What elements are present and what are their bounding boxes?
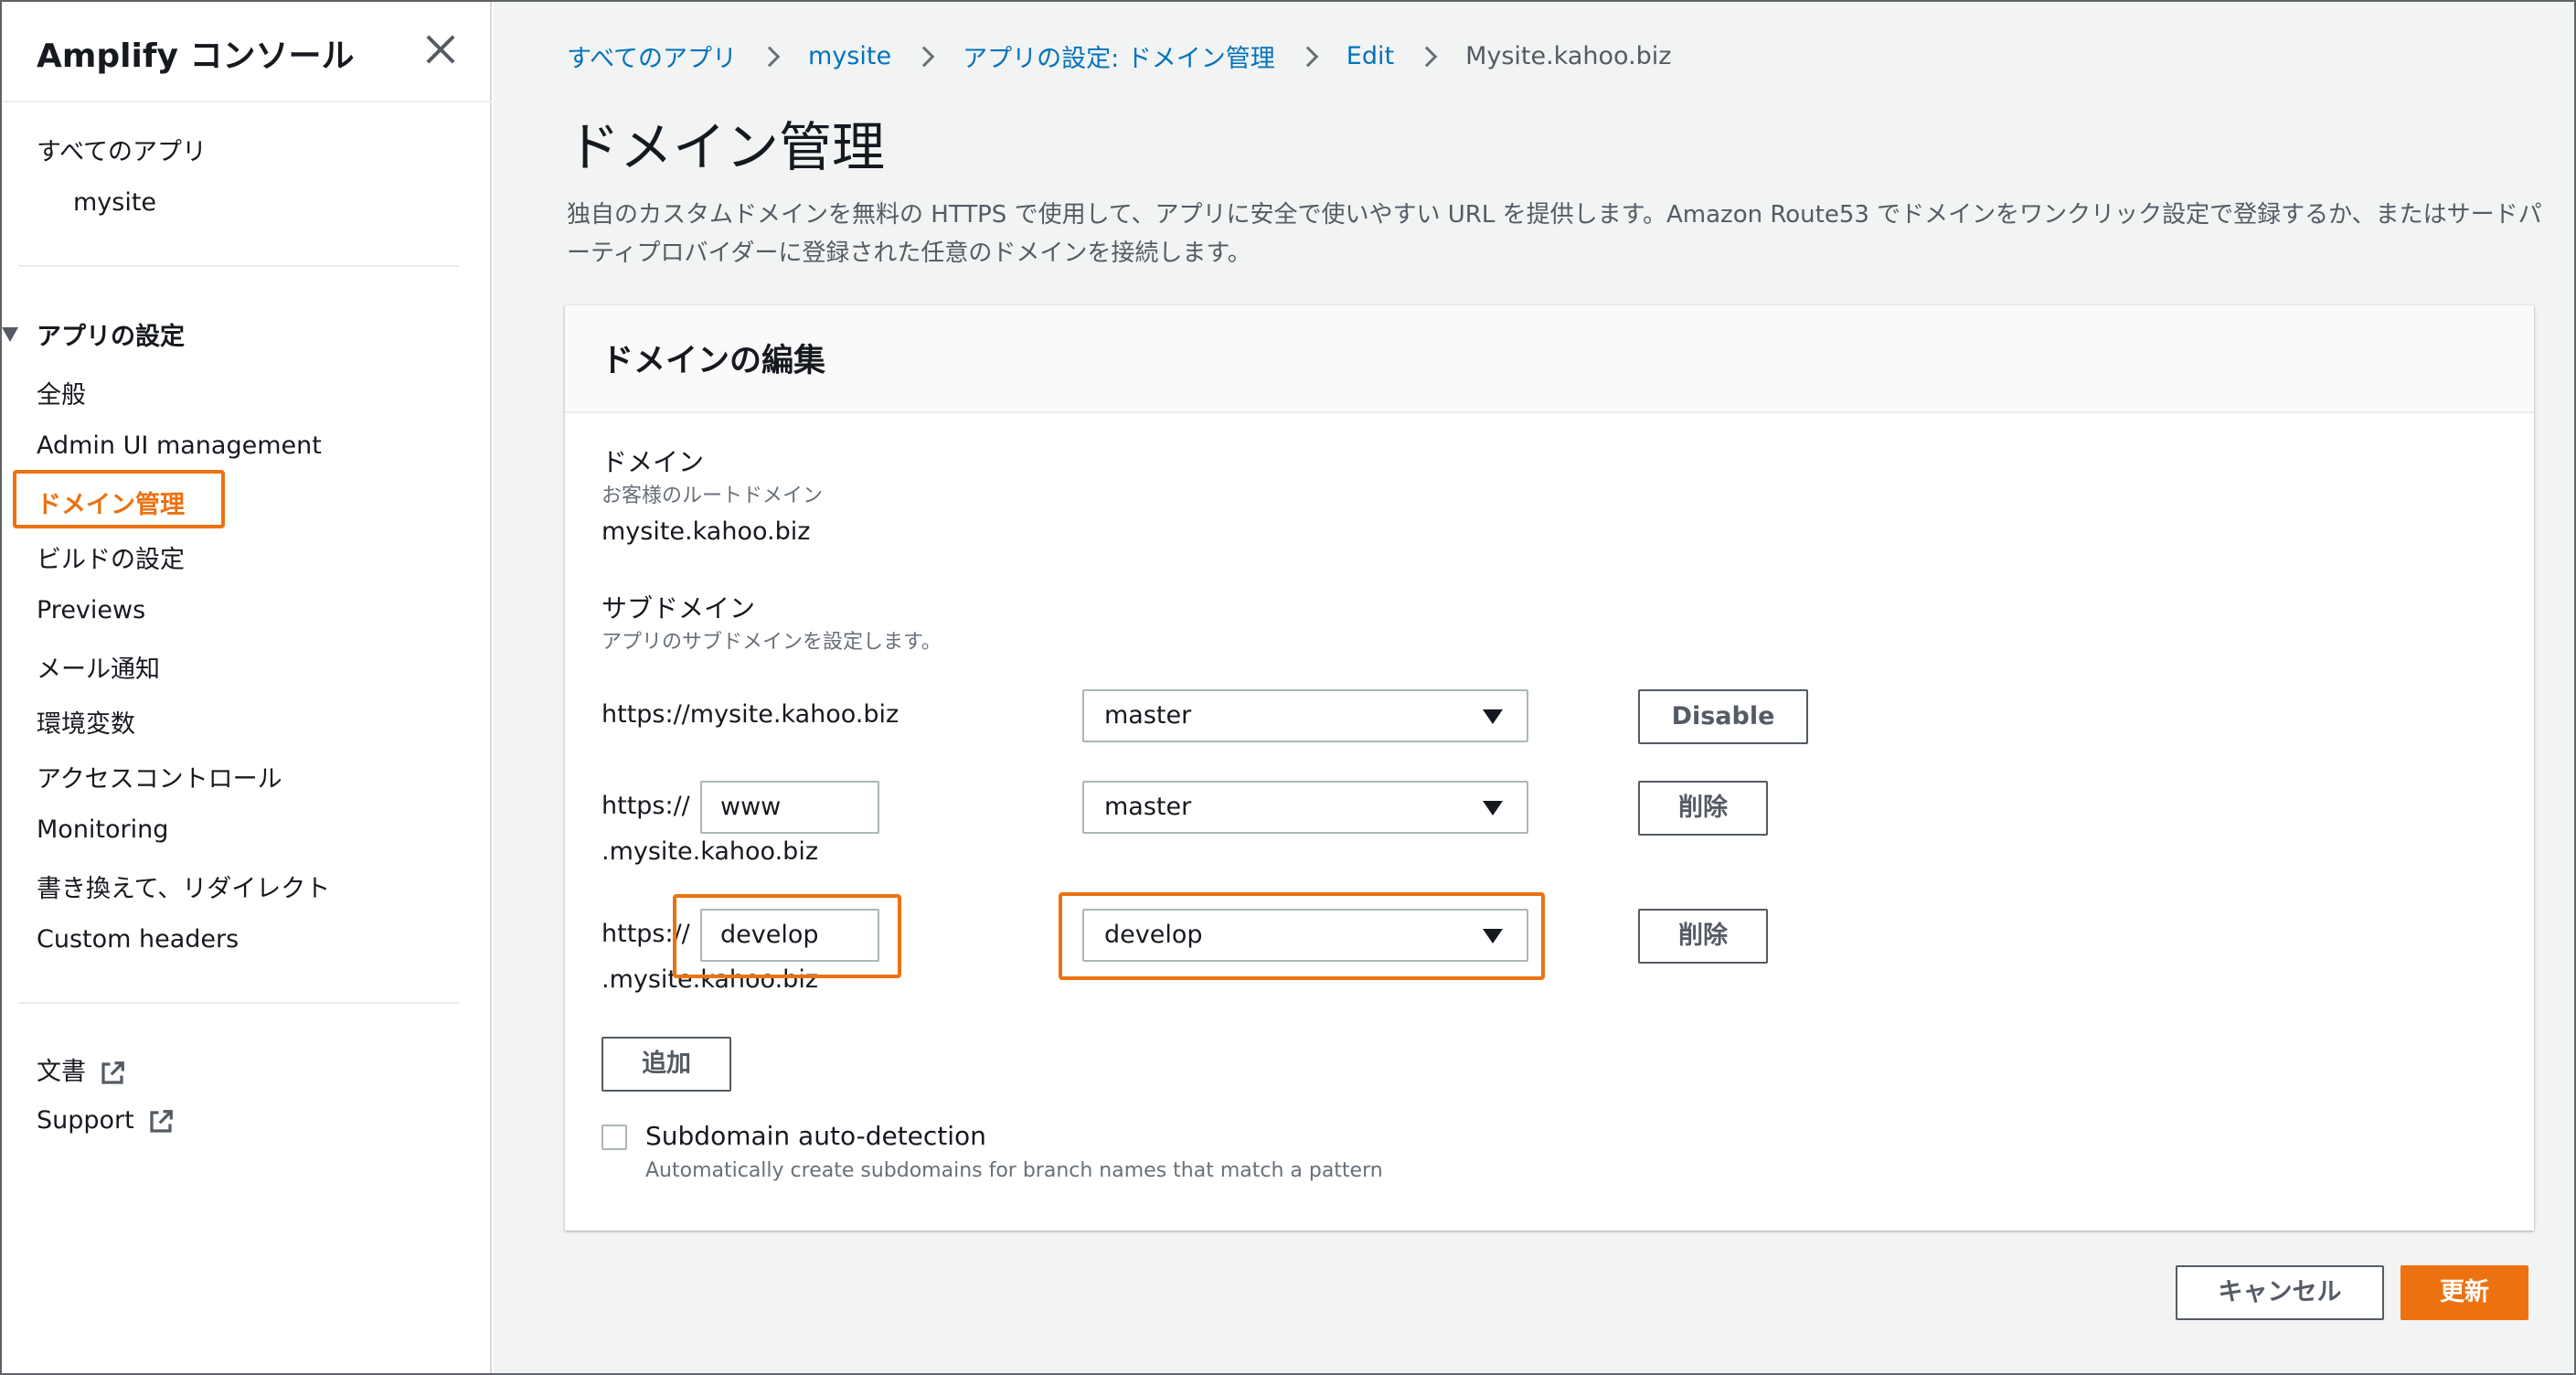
subdomain-suffix: .mysite.kahoo.biz [601,837,818,866]
sidebar-item-app-mysite[interactable]: mysite [73,188,156,217]
delete-button[interactable]: 削除 [1638,909,1768,964]
cancel-button[interactable]: キャンセル [2176,1265,2384,1320]
sidebar-item-monitoring[interactable]: Monitoring [37,815,168,844]
sidebar-item-docs[interactable]: 文書 [37,1051,126,1087]
chevron-right-icon [913,46,935,67]
root-url: https://mysite.kahoo.biz [601,700,899,729]
delete-button[interactable]: 削除 [1638,781,1768,836]
edit-domain-card: ドメインの編集 ドメイン お客様のルートドメイン mysite.kahoo.bi… [565,305,2534,1231]
sidebar-item-docs-label: 文書 [37,1058,86,1086]
main-content: すべてのアプリ mysite アプリの設定: ドメイン管理 Edit Mysit… [494,2,2574,1373]
close-icon[interactable] [420,29,461,69]
divider [18,1002,459,1004]
breadcrumb-edit[interactable]: Edit [1347,42,1394,70]
sidebar-section-app-settings[interactable]: アプリの設定 [37,316,185,352]
chevron-right-icon [759,46,781,67]
sidebar: Amplify コンソール すべてのアプリ mysite アプリの設定 全般 A… [2,2,492,1373]
auto-detection-checkbox[interactable] [601,1125,627,1150]
branch-select[interactable]: master [1082,781,1528,834]
auto-detection-description: Automatically create subdomains for bran… [645,1159,1383,1182]
external-link-icon [150,1109,173,1133]
subdomain-sublabel: アプリのサブドメインを設定します。 [601,631,942,654]
subdomain-input[interactable]: develop [700,909,879,962]
domain-sublabel: お客様のルートドメイン [601,485,824,507]
branch-select-value: develop [1104,921,1203,949]
domain-value: mysite.kahoo.biz [601,517,811,546]
sidebar-item-build-settings[interactable]: ビルドの設定 [37,539,185,575]
dropdown-arrow-icon [1483,801,1503,815]
subdomain-suffix: .mysite.kahoo.biz [601,965,818,994]
breadcrumb-domain-management[interactable]: アプリの設定: ドメイン管理 [963,38,1275,74]
auto-detection-label: Subdomain auto-detection [645,1121,986,1151]
sidebar-item-custom-headers[interactable]: Custom headers [37,925,239,954]
sidebar-item-domain-management[interactable]: ドメイン管理 [37,485,185,520]
sidebar-item-rewrites-redirects[interactable]: 書き換えて、リダイレクト [37,869,330,904]
breadcrumb-mysite[interactable]: mysite [808,42,891,70]
chevron-right-icon [1416,46,1438,67]
sidebar-item-notifications[interactable]: メール通知 [37,649,160,685]
subdomain-prefix: https:// [601,920,690,948]
breadcrumb-all-apps[interactable]: すべてのアプリ [567,38,737,74]
sidebar-item-support-label: Support [37,1106,134,1135]
disable-button[interactable]: Disable [1638,689,1808,744]
dropdown-arrow-icon [1483,929,1503,943]
sidebar-item-support[interactable]: Support [37,1106,175,1135]
sidebar-item-general[interactable]: 全般 [37,375,86,410]
branch-select-value: master [1104,793,1192,821]
sidebar-item-previews[interactable]: Previews [37,596,145,624]
sidebar-title: Amplify コンソール [37,37,355,75]
card-header: ドメインの編集 [565,305,2534,413]
sidebar-item-all-apps[interactable]: すべてのアプリ [37,132,207,167]
page-description: 独自のカスタムドメインを無料の HTTPS で使用して、アプリに安全で使いやすい… [567,201,2542,267]
divider [2,101,492,102]
sidebar-item-env-vars[interactable]: 環境変数 [37,704,135,740]
subdomain-label: サブドメイン [601,593,756,624]
domain-label: ドメイン [601,447,705,477]
breadcrumb: すべてのアプリ mysite アプリの設定: ドメイン管理 Edit Mysit… [567,38,1671,74]
update-button[interactable]: 更新 [2400,1265,2528,1320]
external-link-icon [101,1061,124,1084]
dropdown-arrow-icon [1483,709,1503,724]
subdomain-prefix: https:// [601,792,690,820]
sidebar-item-access-control[interactable]: アクセスコントロール [37,759,282,794]
branch-select-value: master [1104,701,1192,730]
branch-select[interactable]: master [1082,689,1528,742]
caret-down-icon[interactable] [2,327,18,342]
divider [18,265,459,267]
card-title: ドメインの編集 [601,343,826,379]
subdomain-input[interactable]: www [700,781,879,834]
add-button[interactable]: 追加 [601,1037,731,1092]
breadcrumb-current: Mysite.kahoo.biz [1465,42,1672,70]
sidebar-item-admin-ui[interactable]: Admin UI management [37,432,322,460]
page-title: ドメイン管理 [567,116,886,178]
chevron-right-icon [1297,46,1319,67]
branch-select[interactable]: develop [1082,909,1528,962]
